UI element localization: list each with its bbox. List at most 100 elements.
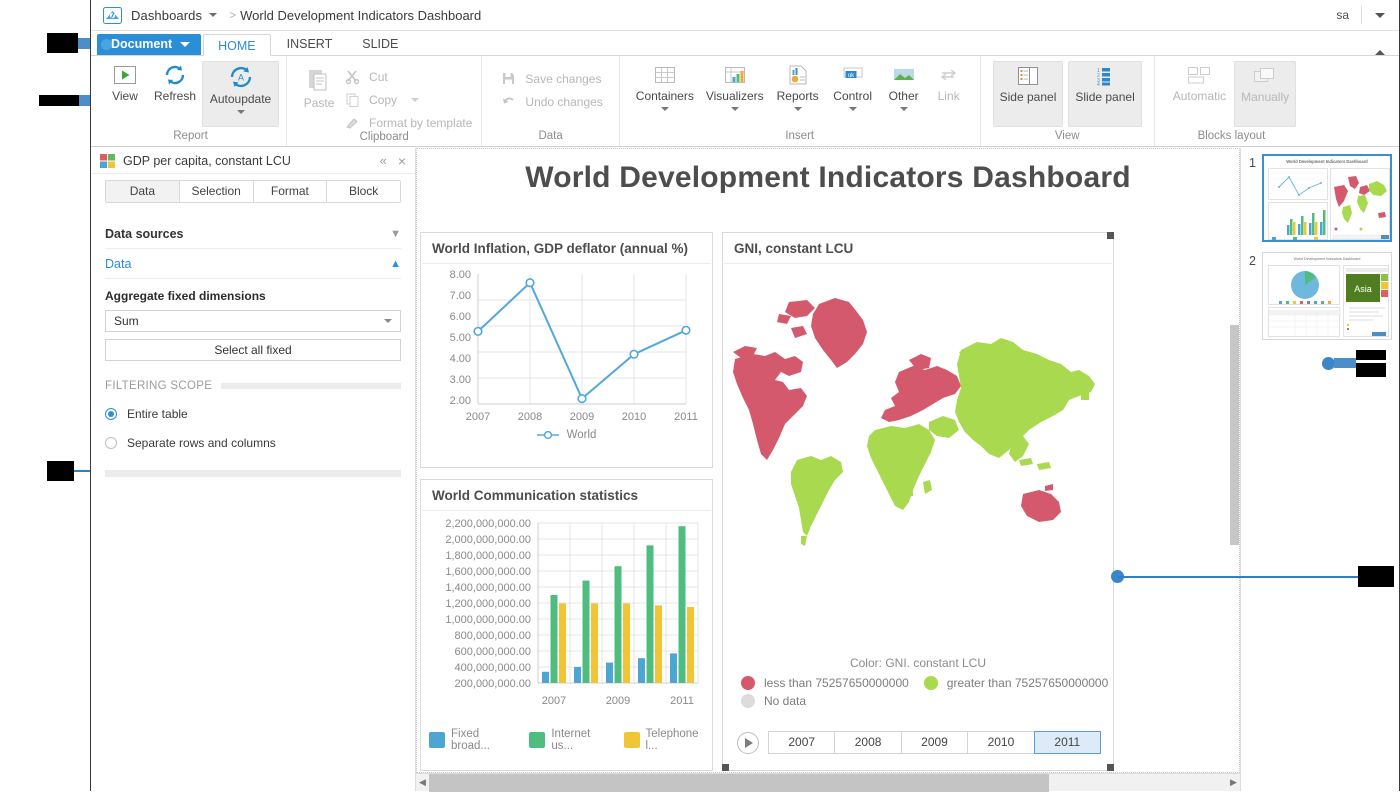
- scrollbar-track[interactable]: [429, 773, 1227, 792]
- chevron-down-icon[interactable]: [848, 107, 857, 111]
- canvas-vertical-scrollbar[interactable]: [1230, 149, 1239, 772]
- chart-panel-inflation[interactable]: World Inflation, GDP deflator (annual %): [420, 232, 713, 468]
- timeline-year-2009[interactable]: 2009: [900, 731, 969, 754]
- user-account-label[interactable]: sa: [1336, 8, 1361, 22]
- chevron-down-icon[interactable]: [899, 107, 908, 111]
- slide-thumbnail-2[interactable]: 2 World Development Indicators Dashboard: [1249, 252, 1399, 340]
- legend-swatch-fixed-broadband: [429, 732, 445, 748]
- map-region-north-america: [733, 352, 807, 460]
- svg-text:8.00: 8.00: [450, 269, 471, 281]
- link-button[interactable]: Link: [928, 61, 970, 103]
- chevron-down-icon[interactable]: [411, 97, 420, 102]
- filter-option-separate-label: Separate rows and columns: [127, 436, 276, 450]
- canvas-horizontal-scrollbar[interactable]: ◀ ▶: [416, 773, 1240, 792]
- resize-handle-top-right[interactable]: [1107, 232, 1114, 239]
- slide-thumbnail-frame-2[interactable]: World Development Indicators Dashboard A…: [1262, 252, 1392, 340]
- section-data-sources[interactable]: Data sources ▼: [105, 219, 401, 249]
- breadcrumb-root[interactable]: Dashboards: [131, 8, 202, 23]
- section-data[interactable]: Data ▲: [105, 249, 401, 279]
- timeline-years: 2007 2008 2009 2010 2011: [768, 731, 1102, 754]
- format-by-template-button[interactable]: Format by template: [342, 114, 472, 131]
- chart-panel-gni-map[interactable]: GNI, constant LCU Color: GNI. constant L…: [722, 232, 1114, 771]
- slide-thumbnail-frame-1[interactable]: World Development Indicators Dashboard: [1262, 154, 1392, 242]
- visualizers-button[interactable]: Visualizers: [700, 61, 770, 111]
- legend-label-less-than[interactable]: less than 75257650000000: [764, 676, 909, 690]
- manually-layout-button[interactable]: Manually: [1234, 61, 1297, 127]
- view-button[interactable]: View: [102, 61, 148, 103]
- close-panel-button[interactable]: ×: [398, 153, 406, 169]
- sp-tab-block[interactable]: Block: [326, 180, 401, 203]
- svg-text:2.00: 2.00: [450, 395, 471, 407]
- filter-option-separate-rows-columns[interactable]: Separate rows and columns: [105, 436, 401, 450]
- document-menu-button[interactable]: Document: [97, 34, 202, 55]
- autoupdate-button[interactable]: A Autoupdate: [202, 61, 280, 127]
- legend-label-world[interactable]: World: [567, 429, 597, 441]
- sp-tab-data[interactable]: Data: [105, 180, 180, 203]
- legend-label-fixed-broadband[interactable]: Fixed broad...: [451, 728, 519, 752]
- automatic-layout-button[interactable]: Automatic: [1167, 61, 1232, 103]
- collapse-panel-button[interactable]: «: [380, 153, 387, 168]
- slide-number-1: 1: [1249, 156, 1256, 170]
- control-button[interactable]: ok Control: [826, 61, 880, 111]
- legend-label-internet-users[interactable]: Internet us...: [551, 728, 613, 752]
- reports-button[interactable]: Reports: [770, 61, 826, 111]
- refresh-label: Refresh: [154, 89, 197, 103]
- breadcrumb-dropdown-caret-icon[interactable]: [209, 13, 218, 17]
- map-region-australia: [1021, 490, 1061, 522]
- svg-text:2009: 2009: [606, 695, 630, 707]
- ribbon-collapse-button[interactable]: [1375, 36, 1385, 55]
- timeline-year-2008[interactable]: 2008: [834, 731, 902, 754]
- cut-button[interactable]: Cut: [342, 68, 472, 85]
- play-button[interactable]: [737, 731, 759, 754]
- other-button[interactable]: Other: [880, 61, 928, 111]
- slide-panel-toggle[interactable]: 1 2 3 4 Slide panel: [1068, 61, 1142, 127]
- legend-label-no-data[interactable]: No data: [764, 694, 806, 708]
- scrollbar-thumb[interactable]: [429, 773, 1049, 792]
- tab-insert[interactable]: INSERT: [273, 33, 347, 55]
- containers-button[interactable]: Containers: [630, 61, 700, 111]
- tab-home[interactable]: HOME: [203, 34, 271, 56]
- autoupdate-icon: A: [230, 66, 251, 88]
- world-map[interactable]: [723, 264, 1113, 624]
- legend-label-telephone-lines[interactable]: Telephone l...: [646, 728, 713, 752]
- scroll-right-arrow-icon[interactable]: ▶: [1227, 777, 1240, 788]
- layout-manual-icon: [1254, 68, 1275, 82]
- chevron-up-icon: [1375, 36, 1385, 55]
- timeline-year-2007[interactable]: 2007: [768, 731, 836, 754]
- sp-tab-selection[interactable]: Selection: [178, 180, 254, 203]
- breadcrumb-bar: Dashboards > World Development Indicator…: [91, 0, 1399, 31]
- sp-tab-format[interactable]: Format: [252, 180, 328, 203]
- chart-panel-communication[interactable]: World Communication statistics 2,200,000…: [420, 479, 713, 771]
- chevron-down-icon[interactable]: [793, 107, 802, 111]
- aggregate-function-select[interactable]: Sum: [105, 310, 401, 332]
- chevron-down-icon[interactable]: [236, 110, 245, 114]
- slide-thumbnail-1[interactable]: 1 World Development Indicators Dashboard: [1249, 154, 1399, 242]
- ok-control-icon: ok: [843, 67, 863, 79]
- tab-slide[interactable]: SLIDE: [348, 33, 412, 55]
- scrollbar-thumb[interactable]: [1230, 325, 1239, 545]
- resize-handle-bottom-right[interactable]: [1107, 764, 1114, 771]
- map-region-middle-east: [929, 416, 959, 438]
- timeline-year-2011[interactable]: 2011: [1033, 731, 1102, 754]
- refresh-button[interactable]: Refresh: [148, 61, 202, 103]
- filter-option-entire-table[interactable]: Entire table: [105, 407, 401, 421]
- topbar-right-group: sa: [1336, 0, 1399, 30]
- chevron-down-icon[interactable]: [660, 107, 669, 111]
- slide-panel-label: Slide panel: [1075, 90, 1135, 104]
- timeline-year-2010[interactable]: 2010: [967, 731, 1035, 754]
- undo-changes-button[interactable]: Undo changes: [498, 93, 603, 110]
- play-icon: [114, 66, 136, 84]
- scroll-left-arrow-icon[interactable]: ◀: [416, 777, 429, 788]
- legend-label-greater-than[interactable]: greater than 75257650000000: [947, 676, 1108, 690]
- reports-label: Reports: [776, 89, 819, 103]
- chevron-down-icon[interactable]: [730, 107, 739, 111]
- side-panel-toggle[interactable]: Side panel: [992, 61, 1064, 127]
- user-menu-button[interactable]: [1361, 6, 1399, 24]
- document-menu-label: Document: [111, 37, 173, 51]
- paste-button[interactable]: Paste: [296, 61, 342, 110]
- select-all-fixed-button[interactable]: Select all fixed: [105, 339, 401, 361]
- save-changes-button[interactable]: Save changes: [498, 70, 602, 87]
- slide-canvas[interactable]: World Development Indicators Dashboard W…: [416, 148, 1240, 773]
- resize-handle-bottom-left[interactable]: [722, 764, 729, 771]
- copy-button[interactable]: Copy: [342, 91, 472, 108]
